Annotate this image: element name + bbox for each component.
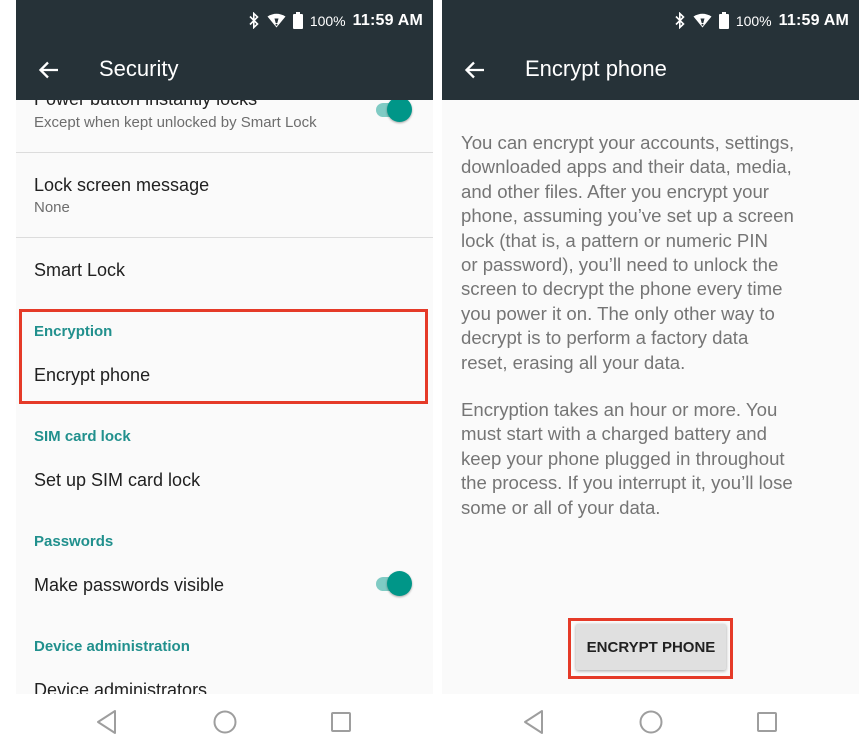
category-sim-card-lock: SIM card lock [34, 428, 131, 445]
status-bar: 100% 11:59 AM [442, 0, 859, 41]
sim-card-lock-item[interactable]: Set up SIM card lock [34, 470, 200, 491]
home-icon[interactable] [635, 706, 667, 738]
warning-line: Encryption takes an hour or more. You [461, 399, 778, 420]
encrypt-button-highlight-box [568, 618, 733, 679]
navigation-bar [16, 694, 433, 750]
warning-line: the process. If you interrupt it, you’ll… [461, 472, 793, 494]
pref-title: Power button instantly locks [34, 100, 257, 110]
back-icon[interactable] [92, 706, 124, 738]
navigation-bar [442, 694, 859, 750]
status-icons: 100% 11:59 AM [674, 0, 849, 41]
encrypt-content: You can encrypt your accounts, settings,… [442, 100, 859, 694]
page-title: Encrypt phone [525, 56, 667, 81]
app-bar: Encrypt phone [442, 41, 859, 100]
description-line: reset, erasing all your data. [461, 351, 686, 373]
pref-title: Lock screen message [34, 175, 210, 195]
encrypt-phone-screen: 100% 11:59 AM Encrypt phone You can encr… [442, 0, 859, 750]
wifi-icon [267, 13, 286, 28]
battery-icon [292, 12, 303, 29]
divider [16, 237, 433, 238]
battery-icon [718, 12, 729, 29]
encryption-highlight-box [19, 309, 428, 404]
bluetooth-icon [675, 12, 685, 29]
category-passwords: Passwords [34, 533, 114, 550]
description-line: downloaded apps and their data, media, [461, 156, 792, 178]
battery-percentage: 100% [309, 12, 346, 29]
home-icon[interactable] [209, 706, 241, 738]
make-passwords-visible-toggle[interactable] [374, 571, 412, 597]
encryption-description: You can encrypt your accounts, settings,… [461, 131, 837, 375]
description-line: you power it on. The only other way to [461, 302, 775, 324]
pref-title: Make passwords visible [34, 575, 225, 595]
warning-line: keep your phone plugged in throughout [461, 447, 785, 469]
warning-line: must start with a charged battery and [461, 423, 767, 445]
warning-line: some or all of your data. [461, 496, 661, 518]
wifi-icon [693, 13, 712, 28]
bluetooth-icon [249, 12, 259, 29]
status-bar: 100% 11:59 AM [16, 0, 433, 41]
page-title: Security [99, 56, 179, 81]
description-line: You can encrypt your accounts, settings, [461, 132, 795, 153]
back-arrow-icon[interactable] [34, 55, 64, 85]
clock: 11:59 AM [778, 11, 849, 29]
battery-warning-text: Encryption takes an hour or more. You mu… [461, 398, 837, 520]
pref-summary: None [34, 199, 70, 216]
security-screen: 100% 11:59 AM Security Power button inst… [16, 0, 433, 750]
description-line: and other files. After you encrypt your [461, 180, 769, 202]
back-icon[interactable] [519, 706, 551, 738]
smart-lock-item[interactable]: Smart Lock [34, 260, 125, 281]
app-bar: Security [16, 41, 433, 100]
device-administrators-item[interactable]: Device administrators [34, 680, 207, 694]
description-line: lock (that is, a pattern or numeric PIN [461, 229, 768, 251]
clock: 11:59 AM [352, 11, 423, 29]
category-device-administration: Device administration [34, 638, 190, 655]
pref-summary: Except when kept unlocked by Smart Lock [34, 114, 317, 131]
description-line: phone, assuming you’ve set up a screen [461, 205, 794, 227]
recents-icon[interactable] [751, 706, 783, 738]
power-button-lock-toggle[interactable] [374, 100, 412, 123]
battery-percentage: 100% [735, 12, 772, 29]
recents-icon[interactable] [325, 706, 357, 738]
status-icons: 100% 11:59 AM [248, 0, 423, 41]
description-line: or password), you’ll need to unlock the [461, 254, 779, 276]
back-arrow-icon[interactable] [460, 55, 490, 85]
description-line: decrypt is to perform a factory data [461, 327, 749, 349]
description-line: screen to decrypt the phone every time [461, 278, 783, 300]
divider [16, 152, 433, 153]
